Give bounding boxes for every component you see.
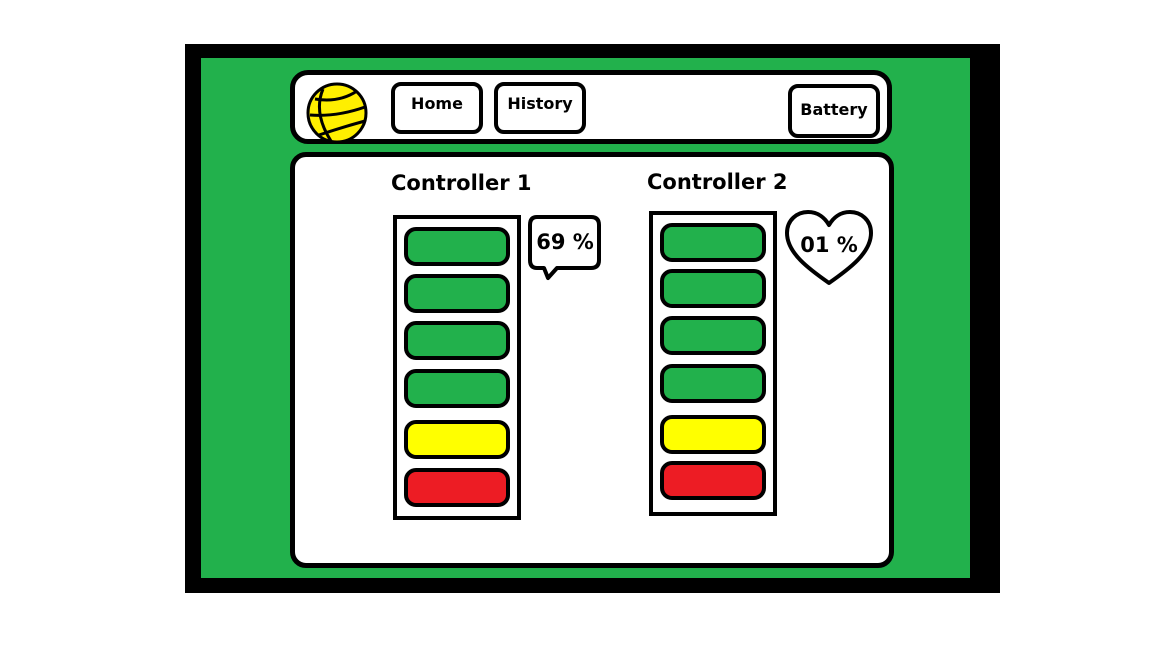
controller-2-title: Controller 2 [647,170,788,194]
battery-segment [404,227,510,266]
battery-segment [660,461,766,500]
top-nav-bar: Home History Battery [290,70,892,144]
controller-1-title: Controller 1 [391,171,532,195]
home-button[interactable]: Home [391,82,483,134]
battery-segment [404,420,510,459]
heart-icon: 01 % [785,210,873,285]
controller-1-percent: 69 % [536,230,594,254]
battery-segment [660,316,766,355]
content-panel: Controller 1 69 % Controller 2 01 % [290,152,894,568]
controller-1-battery-gauge [393,215,521,520]
controller-2-battery-gauge [649,211,777,516]
battery-segment [404,369,510,408]
battery-segment [404,321,510,360]
device-frame: Home History Battery Controller 1 69 % C… [185,44,1000,593]
battery-segment [660,415,766,454]
basketball-icon[interactable] [305,81,369,145]
battery-segment [404,274,510,313]
battery-segment [660,269,766,308]
app-screen: Home History Battery Controller 1 69 % C… [201,58,970,578]
battery-segment [660,223,766,262]
controller-2-percent: 01 % [800,233,858,257]
battery-segment [404,468,510,507]
speech-bubble-icon: 69 % [528,215,601,280]
battery-button[interactable]: Battery [788,84,880,138]
history-button[interactable]: History [494,82,586,134]
battery-segment [660,364,766,403]
